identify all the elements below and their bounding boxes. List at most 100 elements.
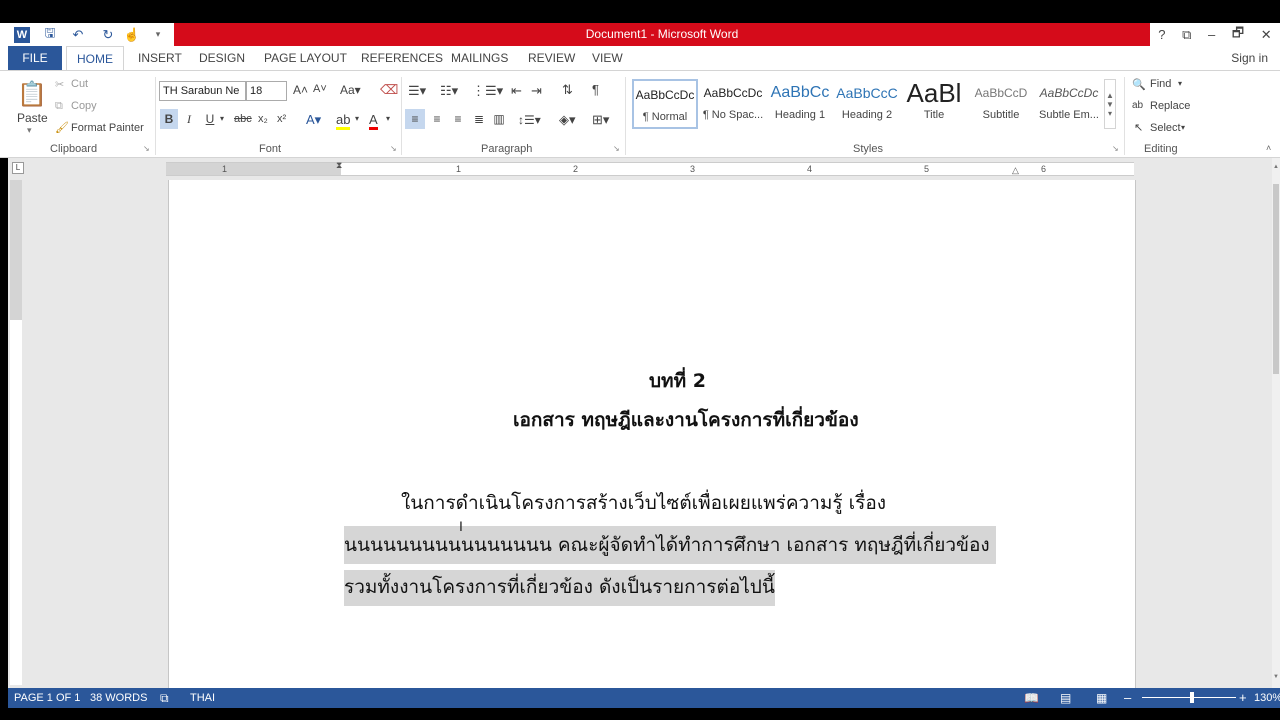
font-name-combo[interactable]: TH Sarabun Ne <box>159 81 246 101</box>
body-line-1[interactable]: ในการดำเนินโครงการสร้างเว็บไซต์เพื่อเผยแ… <box>401 488 886 518</box>
zoom-slider-thumb[interactable] <box>1190 692 1194 703</box>
tab-mailings[interactable]: MAILINGS <box>451 46 508 70</box>
vertical-ruler[interactable] <box>10 180 22 685</box>
first-line-indent-marker[interactable]: ⧗ <box>336 160 342 171</box>
italic-icon[interactable]: I <box>182 109 196 129</box>
style-no-spacing[interactable]: AaBbCcDc ¶ No Spac... <box>700 79 766 129</box>
select-dropdown-icon[interactable]: ▾ <box>1181 123 1185 132</box>
numbering-icon[interactable]: ☷▾ <box>440 83 458 99</box>
borders-icon[interactable]: ⊞▾ <box>592 112 609 128</box>
grow-font-icon[interactable]: A˄ <box>293 83 308 97</box>
underline-dropdown-icon[interactable]: ▾ <box>220 114 224 123</box>
tab-design[interactable]: DESIGN <box>199 46 245 70</box>
multilevel-list-icon[interactable]: ⋮☰▾ <box>472 83 503 99</box>
cut-button[interactable]: Cut <box>71 78 88 90</box>
highlight-color-icon[interactable]: ab <box>336 112 351 130</box>
touch-mode-icon[interactable]: ☝ <box>122 25 142 45</box>
chevron-up-icon[interactable]: ▲ <box>1106 91 1114 100</box>
line-spacing-icon[interactable]: ↕☰▾ <box>518 113 541 127</box>
font-color-icon[interactable]: A <box>369 112 378 130</box>
tab-references[interactable]: REFERENCES <box>361 46 443 70</box>
word-count[interactable]: 38 WORDS <box>90 688 147 708</box>
restore-icon[interactable]: 🗗 <box>1232 24 1244 46</box>
scroll-down-icon[interactable]: ▼ <box>1273 674 1279 680</box>
copy-button[interactable]: Copy <box>71 100 97 112</box>
change-case-icon[interactable]: Aa▾ <box>340 83 361 97</box>
style-subtitle[interactable]: AaBbCcD Subtitle <box>968 79 1034 129</box>
highlight-dropdown-icon[interactable]: ▾ <box>355 114 359 123</box>
horizontal-ruler[interactable]: 1 1 2 3 4 5 6 ⧗ △ <box>166 160 1134 176</box>
save-icon[interactable]: 🖫 <box>40 25 60 45</box>
style-title[interactable]: AaBl Title <box>901 79 967 129</box>
decrease-indent-icon[interactable]: ⇤ <box>511 83 522 99</box>
paste-icon[interactable]: 📋 <box>16 77 48 111</box>
find-button[interactable]: Find <box>1150 78 1171 90</box>
paragraph-launcher-icon[interactable]: ↘ <box>613 144 620 153</box>
help-icon[interactable]: ? <box>1158 27 1165 42</box>
vertical-scrollbar[interactable]: ▲ ▼ <box>1272 158 1280 688</box>
style-subtle-emphasis[interactable]: AaBbCcDc Subtle Em... <box>1036 79 1102 129</box>
styles-launcher-icon[interactable]: ↘ <box>1112 144 1119 153</box>
bold-icon[interactable]: B <box>160 109 178 129</box>
undo-icon[interactable]: ↶ <box>68 25 88 45</box>
paste-button[interactable]: Paste <box>17 111 48 125</box>
format-painter-button[interactable]: Format Painter <box>71 122 144 134</box>
web-layout-icon[interactable]: ▦ <box>1096 688 1107 708</box>
body-line-3[interactable]: รวมทั้งงานโครงการที่เกี่ยวข้อง ดังเป็นรา… <box>344 570 775 606</box>
select-button[interactable]: Select <box>1150 122 1181 134</box>
align-left-icon[interactable]: ≡ <box>405 109 425 129</box>
sign-in-link[interactable]: Sign in <box>1231 46 1268 70</box>
page-count[interactable]: PAGE 1 OF 1 <box>14 688 80 708</box>
font-color-dropdown-icon[interactable]: ▾ <box>386 114 390 123</box>
tab-review[interactable]: REVIEW <box>528 46 575 70</box>
document-page[interactable]: บทที่ 2 เอกสาร ทฤษฎีและงานโครงการที่เกี่… <box>168 180 1136 700</box>
language-indicator[interactable]: THAI <box>190 688 215 708</box>
tab-selector-icon[interactable]: L <box>12 162 24 174</box>
ribbon-display-options-icon[interactable]: ⧉ <box>1182 27 1191 43</box>
read-mode-icon[interactable]: 📖 <box>1024 688 1039 708</box>
align-right-icon[interactable]: ≡ <box>449 109 467 129</box>
subscript-icon[interactable]: x₂ <box>258 113 268 125</box>
minimize-icon[interactable]: – <box>1208 27 1215 42</box>
replace-button[interactable]: Replace <box>1150 100 1190 112</box>
collapse-ribbon-icon[interactable]: ˄ <box>1266 143 1271 153</box>
scroll-up-icon[interactable]: ▲ <box>1273 164 1279 170</box>
font-launcher-icon[interactable]: ↘ <box>390 144 397 153</box>
shrink-font-icon[interactable]: A˅ <box>313 83 327 95</box>
tab-view[interactable]: VIEW <box>592 46 623 70</box>
tab-file[interactable]: FILE <box>8 46 62 70</box>
chevron-down-icon[interactable]: ▼ <box>1106 100 1114 109</box>
style-heading-1[interactable]: AaBbCc Heading 1 <box>767 79 833 129</box>
close-icon[interactable]: ✕ <box>1261 27 1272 43</box>
zoom-out-icon[interactable]: – <box>1124 688 1131 708</box>
customize-qat-icon[interactable]: ▾ <box>148 25 168 45</box>
zoom-level[interactable]: 130% <box>1254 688 1280 708</box>
tab-home[interactable]: HOME <box>66 46 124 71</box>
text-effects-icon[interactable]: A▾ <box>306 112 321 128</box>
strikethrough-icon[interactable]: abc <box>234 113 252 125</box>
style-normal[interactable]: AaBbCcDc ¶ Normal <box>632 79 698 129</box>
find-dropdown-icon[interactable]: ▾ <box>1178 79 1182 88</box>
bullets-icon[interactable]: ☰▾ <box>408 83 426 99</box>
chapter-heading[interactable]: บทที่ 2 <box>649 366 706 396</box>
tab-page-layout[interactable]: PAGE LAYOUT <box>264 46 347 70</box>
show-formatting-marks-icon[interactable]: ¶ <box>592 82 599 97</box>
zoom-in-icon[interactable]: + <box>1239 688 1247 708</box>
right-indent-marker[interactable]: △ <box>1012 165 1019 176</box>
align-center-icon[interactable]: ≡ <box>428 109 446 129</box>
tab-insert[interactable]: INSERT <box>138 46 182 70</box>
zoom-slider[interactable] <box>1142 697 1236 698</box>
print-layout-icon[interactable]: ▤ <box>1060 688 1071 708</box>
more-styles-icon[interactable]: ▾ <box>1108 109 1112 118</box>
font-size-combo[interactable]: 18 <box>246 81 287 101</box>
sort-icon[interactable]: ⇅ <box>562 82 573 98</box>
word-app-icon[interactable]: W <box>14 26 30 43</box>
paste-dropdown-icon[interactable]: ▾ <box>27 125 32 136</box>
justify-icon[interactable]: ≣ <box>470 109 488 129</box>
proofing-icon[interactable]: ⧉ <box>160 688 169 708</box>
clipboard-launcher-icon[interactable]: ↘ <box>143 144 150 153</box>
body-line-2[interactable]: นนนนนนนนนนนนนนนน คณะผู้จัดทำได้ทำการศึกษ… <box>344 526 996 564</box>
shading-icon[interactable]: ◈▾ <box>559 112 576 128</box>
superscript-icon[interactable]: x² <box>277 113 286 125</box>
redo-icon[interactable]: ↻ <box>98 25 118 45</box>
